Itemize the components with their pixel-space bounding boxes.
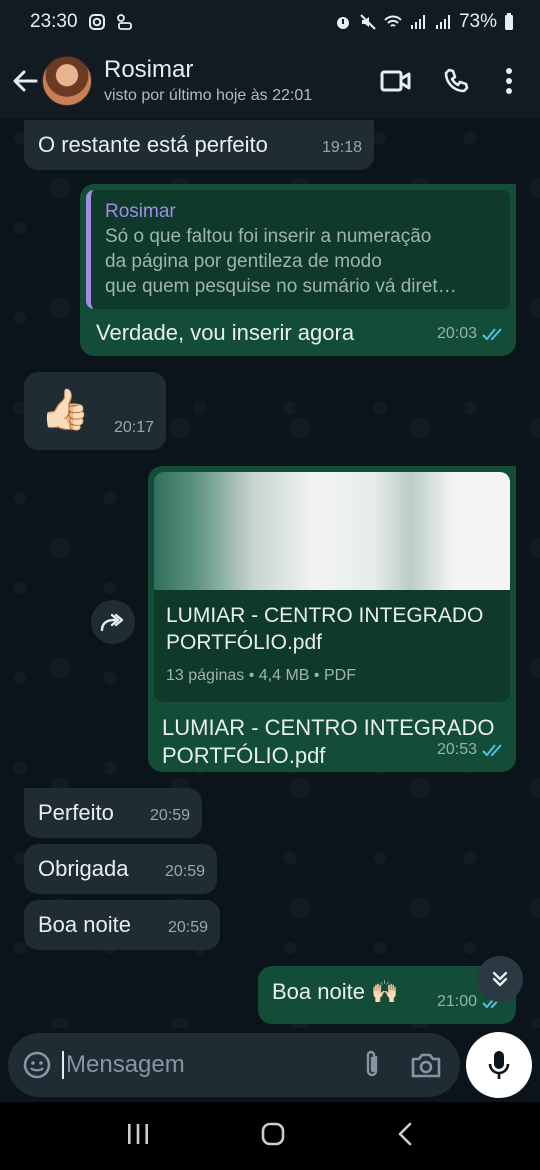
signal-icon <box>410 15 425 29</box>
attach-icon[interactable] <box>360 1049 384 1081</box>
avatar[interactable] <box>42 56 92 106</box>
signal-icon-2 <box>435 15 450 29</box>
scroll-down-icon <box>492 971 508 987</box>
quoted-message[interactable]: Rosimar Só o que faltou foi inserir a nu… <box>86 190 510 309</box>
message-time: 20:59 <box>149 807 190 824</box>
status-bar: 23:30 73% <box>0 0 540 44</box>
phone-icon <box>444 68 469 93</box>
system-nav-bar <box>0 1102 540 1170</box>
message-time: 20:03 <box>436 325 477 342</box>
wifi-icon <box>384 15 402 27</box>
scroll-to-bottom-button[interactable] <box>477 956 523 1002</box>
message-time-status: 20:03 <box>437 320 504 348</box>
message-outgoing-reply[interactable]: Rosimar Só o que faltou foi inserir a nu… <box>80 184 516 356</box>
quote-line: que quem pesquise no sumário vá diret… <box>105 276 457 297</box>
mic-icon <box>488 1051 510 1079</box>
message-text: Perfeito <box>38 800 114 825</box>
system-back-button[interactable] <box>395 1121 415 1152</box>
message-time: 20:53 <box>436 741 477 758</box>
document-name-line: LUMIAR - CENTRO INTEGRADO <box>166 604 484 627</box>
recents-icon <box>127 1123 148 1144</box>
video-call-button[interactable] <box>366 51 426 111</box>
battery-percent: 73% <box>458 11 497 32</box>
voice-call-button[interactable] <box>426 51 486 111</box>
status-time: 23:30 <box>30 11 78 32</box>
back-arrow-icon <box>13 70 38 92</box>
forward-icon <box>100 613 124 632</box>
message-text: Boa noite <box>38 912 131 937</box>
message-outgoing-document[interactable]: LUMIAR - CENTRO INTEGRADO PORTFÓLIO.pdf … <box>148 466 516 772</box>
mute-icon <box>360 14 376 30</box>
document-name: LUMIAR - CENTRO INTEGRADO PORTFÓLIO.pdf <box>154 590 510 656</box>
menu-button[interactable] <box>486 51 532 111</box>
emoji: 👍🏻 <box>40 388 90 432</box>
message-incoming-emoji[interactable]: 👍🏻 20:17 <box>24 372 166 450</box>
document-meta: 13 páginas • 4,4 MB • PDF <box>166 667 356 684</box>
message-incoming[interactable]: O restante está perfeito 19:18 <box>24 120 374 170</box>
composer: Mensagem <box>0 1028 540 1102</box>
camera-icon[interactable] <box>410 1051 442 1079</box>
quote-line: Só o que faltou foi inserir a numeração <box>105 226 432 247</box>
message-time: 19:18 <box>321 139 362 156</box>
document-thumbnail <box>154 472 510 590</box>
forward-button[interactable] <box>91 600 135 644</box>
battery-icon <box>505 13 513 30</box>
contact-info[interactable]: Rosimar visto por último hoje às 22:01 <box>104 55 312 107</box>
quote-author: Rosimar <box>105 201 176 222</box>
document-name-line: PORTFÓLIO.pdf <box>166 631 322 654</box>
message-time: 20:59 <box>167 919 208 936</box>
message-time-status: 20:53 <box>437 736 504 764</box>
message-input-field[interactable]: Mensagem <box>8 1033 461 1097</box>
last-seen-status: visto por último hoje às 22:01 <box>104 87 313 104</box>
message-input[interactable]: Mensagem <box>62 1051 360 1079</box>
read-ticks-icon <box>482 744 502 757</box>
message-text: Obrigada <box>38 856 129 881</box>
contact-name: Rosimar <box>104 56 194 83</box>
message-incoming[interactable]: Boa noite 20:59 <box>24 900 220 950</box>
menu-dots-icon <box>506 68 512 94</box>
instagram-notification-icon <box>88 14 105 30</box>
back-button[interactable] <box>8 64 42 98</box>
message-time: 21:00 <box>436 993 477 1010</box>
message-time: 20:17 <box>113 419 154 436</box>
chat-area[interactable]: O restante está perfeito 19:18 Rosimar S… <box>0 118 540 1028</box>
message-time: 20:59 <box>164 863 205 880</box>
alarm-icon <box>336 17 349 29</box>
message-text: Boa noite 🙌🏻 <box>272 979 399 1004</box>
read-ticks-icon <box>482 328 502 341</box>
message-incoming[interactable]: Obrigada 20:59 <box>24 844 217 894</box>
message-text: O restante está perfeito <box>38 132 268 157</box>
system-back-icon <box>399 1122 412 1145</box>
recent-apps-button[interactable] <box>125 1122 151 1151</box>
voice-message-button[interactable] <box>466 1032 532 1098</box>
notification-icon <box>116 14 132 30</box>
video-call-icon <box>380 70 411 92</box>
quote-line: da página por gentileza de modo <box>105 251 382 272</box>
document-card[interactable]: LUMIAR - CENTRO INTEGRADO PORTFÓLIO.pdf … <box>154 472 510 702</box>
sticker-icon[interactable] <box>22 1050 52 1080</box>
message-incoming[interactable]: Perfeito 20:59 <box>24 788 202 838</box>
chat-header: Rosimar visto por último hoje às 22:01 <box>0 44 540 118</box>
home-button[interactable] <box>260 1121 286 1152</box>
home-icon <box>261 1122 285 1145</box>
